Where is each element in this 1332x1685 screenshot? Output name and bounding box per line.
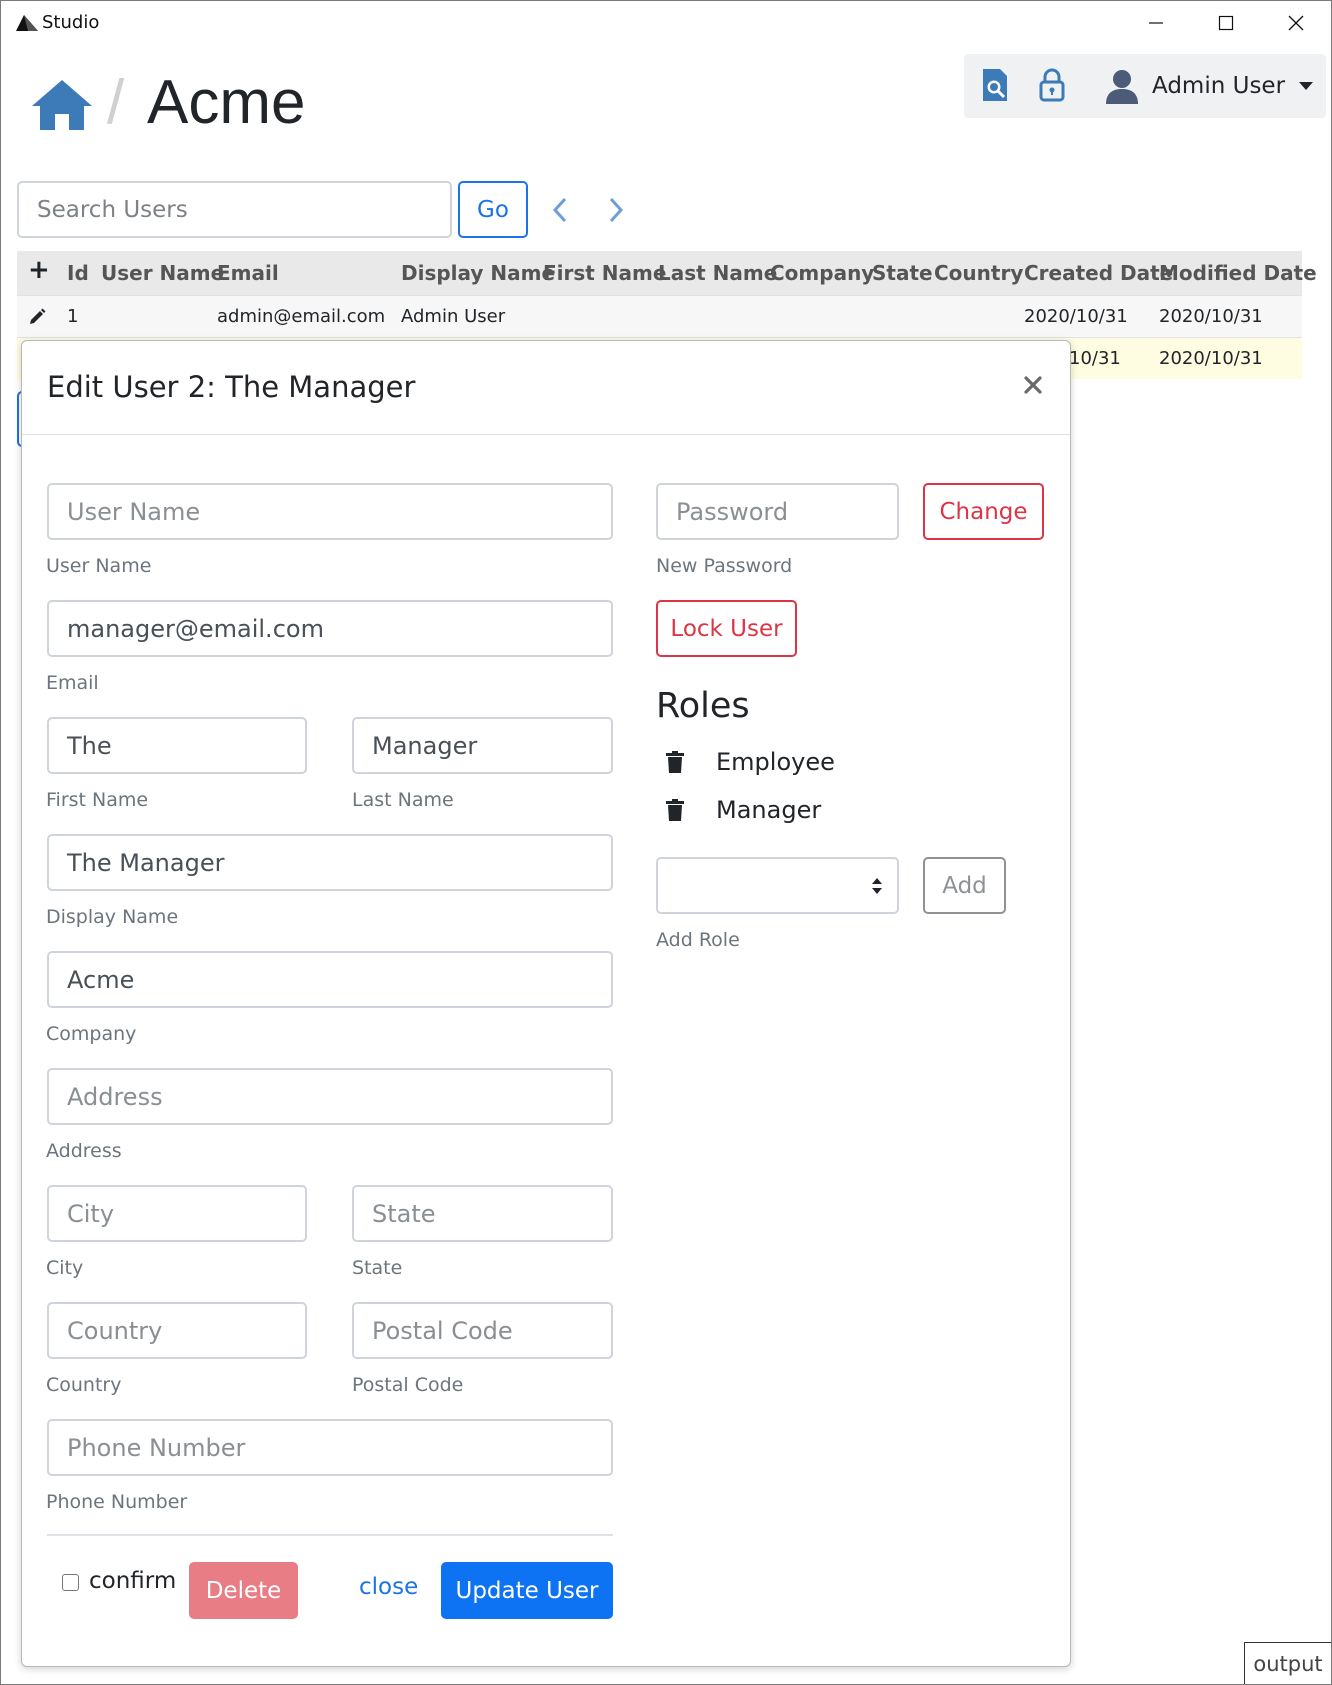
page-title: Acme — [147, 68, 306, 137]
divider — [47, 1534, 613, 1536]
go-button[interactable]: Go — [458, 181, 528, 238]
user-avatar-icon — [1106, 70, 1138, 104]
select-caret-icon — [872, 878, 882, 894]
column-header[interactable]: State — [872, 261, 933, 285]
user-menu[interactable]: Admin User — [1104, 64, 1314, 108]
minimize-icon — [1149, 22, 1163, 24]
column-header[interactable]: User Name — [101, 261, 224, 285]
cell-display-name: Admin User — [401, 306, 506, 327]
address-field[interactable] — [47, 1068, 613, 1125]
lock-user-button[interactable]: Lock User — [656, 600, 797, 657]
next-page-button[interactable] — [601, 193, 631, 227]
close-link[interactable]: close — [359, 1574, 418, 1600]
home-icon[interactable] — [31, 79, 93, 131]
change-password-button[interactable]: Change — [923, 483, 1044, 540]
search-document-icon[interactable] — [981, 68, 1009, 102]
trash-icon[interactable] — [666, 751, 684, 773]
column-header[interactable]: Created Date — [1024, 261, 1173, 285]
company-field[interactable] — [47, 951, 613, 1008]
city-field[interactable] — [47, 1185, 307, 1242]
breadcrumb-separator: / — [107, 68, 125, 137]
chevron-right-icon — [609, 197, 624, 223]
phone-number-label: Phone Number — [46, 1491, 188, 1513]
close-window-button[interactable] — [1261, 1, 1331, 45]
confirm-checkbox[interactable] — [62, 1574, 79, 1591]
first-name-field[interactable] — [47, 717, 307, 774]
table-header: + Id User Name Email Display Name First … — [17, 251, 1317, 295]
column-header[interactable]: Display Name — [401, 261, 555, 285]
minimize-button[interactable] — [1121, 1, 1191, 45]
last-name-label: Last Name — [352, 789, 454, 811]
app-logo-icon — [16, 15, 38, 31]
cell-id: 1 — [67, 306, 79, 327]
email-label: Email — [46, 672, 99, 694]
new-password-label: New Password — [656, 555, 793, 577]
studio-window: Studio / Acme Admin User Search Users Go… — [0, 0, 1332, 1685]
lock-icon[interactable] — [1039, 68, 1065, 102]
cell-modified-date: 2020/10/31 — [1159, 348, 1263, 369]
cell-created-date: 2020/10/31 — [1024, 306, 1128, 327]
company-label: Company — [46, 1023, 137, 1045]
modal-header: Edit User 2: The Manager — [22, 341, 1070, 435]
user-name-label: User Name — [46, 555, 152, 577]
column-header[interactable]: Country — [934, 261, 1023, 285]
first-name-label: First Name — [46, 789, 149, 811]
close-icon — [1288, 15, 1304, 31]
role-label: Manager — [716, 796, 822, 824]
maximize-button[interactable] — [1191, 1, 1261, 45]
last-name-field[interactable] — [352, 717, 613, 774]
cell-modified-date: 2020/10/31 — [1159, 306, 1263, 327]
pencil-icon[interactable] — [28, 308, 46, 326]
window-title: Studio — [42, 12, 100, 33]
update-user-button[interactable]: Update User — [441, 1562, 613, 1619]
delete-button[interactable]: Delete — [189, 1562, 298, 1619]
email-field[interactable] — [47, 600, 613, 657]
state-field[interactable] — [352, 1185, 613, 1242]
column-header[interactable]: Last Name — [658, 261, 777, 285]
address-label: Address — [46, 1140, 122, 1162]
column-header[interactable]: Id — [67, 261, 89, 285]
table-row[interactable]: 1 admin@email.com Admin User 2020/10/31 … — [17, 295, 1302, 337]
chevron-left-icon — [552, 197, 567, 223]
add-role-select[interactable] — [656, 857, 899, 914]
add-role-label: Add Role — [656, 929, 740, 951]
top-toolbar: Admin User — [964, 54, 1326, 118]
display-name-field[interactable] — [47, 834, 613, 891]
column-header[interactable]: Modified Date — [1159, 261, 1317, 285]
close-icon[interactable] — [1021, 373, 1045, 397]
add-role-button[interactable]: Add — [923, 857, 1006, 914]
city-label: City — [46, 1257, 84, 1279]
maximize-icon — [1218, 15, 1234, 31]
output-tab[interactable]: output — [1244, 1642, 1331, 1684]
trash-icon[interactable] — [666, 799, 684, 821]
column-header[interactable]: Email — [217, 261, 279, 285]
state-label: State — [352, 1257, 403, 1279]
phone-number-field[interactable] — [47, 1419, 613, 1476]
roles-heading: Roles — [656, 686, 750, 726]
user-name: Admin User — [1152, 73, 1286, 99]
column-header[interactable]: First Name — [543, 261, 666, 285]
password-field[interactable] — [656, 483, 899, 540]
title-bar: Studio — [1, 1, 1331, 45]
user-name-field[interactable] — [47, 483, 613, 540]
postal-code-label: Postal Code — [352, 1374, 464, 1396]
previous-page-button[interactable] — [545, 193, 575, 227]
cell-email: admin@email.com — [217, 306, 386, 327]
display-name-label: Display Name — [46, 906, 179, 928]
role-item: Employee — [666, 746, 835, 778]
search-input[interactable] — [17, 181, 452, 238]
edit-user-modal: Edit User 2: The Manager User Name Email… — [21, 340, 1071, 1667]
postal-code-field[interactable] — [352, 1302, 613, 1359]
country-label: Country — [46, 1374, 122, 1396]
role-label: Employee — [716, 748, 835, 776]
modal-title: Edit User 2: The Manager — [47, 370, 416, 404]
add-user-button[interactable]: + — [28, 255, 50, 285]
role-item: Manager — [666, 794, 821, 826]
cell-created-date: 10/31 — [1069, 348, 1121, 369]
chevron-down-icon — [1299, 82, 1314, 90]
confirm-label: confirm — [89, 1568, 177, 1594]
country-field[interactable] — [47, 1302, 307, 1359]
column-header[interactable]: Company — [770, 261, 874, 285]
